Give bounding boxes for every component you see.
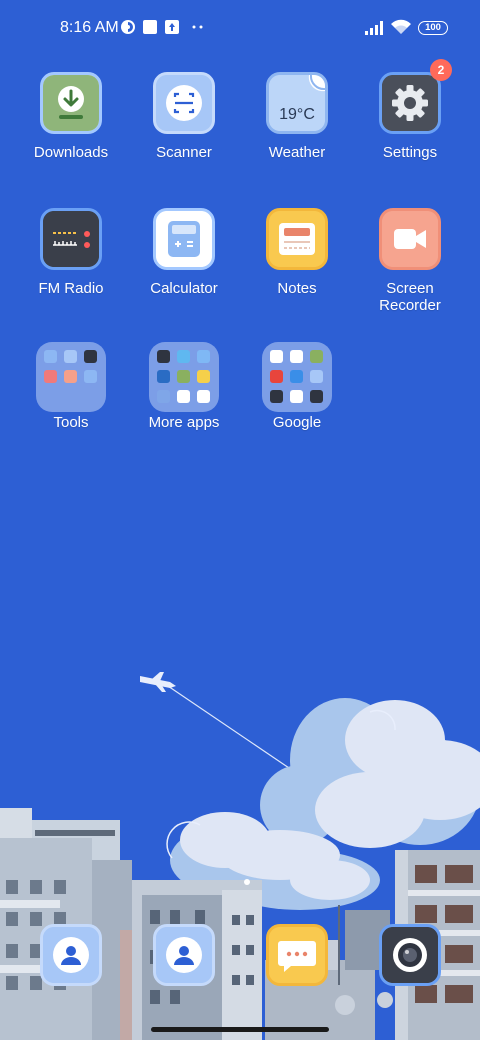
camera-lens-icon xyxy=(382,927,438,983)
mini-app-icon xyxy=(270,390,283,403)
app-label: Scanner xyxy=(156,144,212,161)
status-time: 8:16 AM xyxy=(60,19,119,36)
mini-app-icon xyxy=(310,370,323,383)
mini-app-icon xyxy=(177,350,190,363)
app-label: Notes xyxy=(277,280,317,297)
calculator-icon xyxy=(153,208,215,270)
mini-app-icon xyxy=(290,350,303,363)
mini-app-icon xyxy=(197,390,210,403)
mini-app-icon xyxy=(157,370,170,383)
chat-bubble-icon xyxy=(269,927,325,983)
square-notification-icon xyxy=(143,20,157,34)
gear-icon xyxy=(379,72,441,134)
notification-badge: 2 xyxy=(430,59,452,81)
app-label: Weather xyxy=(268,144,326,161)
status-bar: 8:16 AM 100 xyxy=(0,0,480,56)
mini-app-icon xyxy=(64,370,77,383)
folder-icon xyxy=(149,342,219,412)
notes-icon xyxy=(266,208,328,270)
dock-camera[interactable] xyxy=(379,924,441,986)
mini-app-icon xyxy=(270,370,283,383)
mini-app-icon xyxy=(270,350,283,363)
weather-temperature: 19°C xyxy=(279,106,315,123)
page-indicator-dot[interactable] xyxy=(244,879,250,885)
mini-app-icon xyxy=(177,390,190,403)
mini-app-icon xyxy=(290,370,303,383)
person-icon xyxy=(156,927,212,983)
signal-icon xyxy=(365,21,383,35)
weather-icon: 19°C xyxy=(266,72,328,134)
app-label: FM Radio xyxy=(38,280,104,297)
radio-icon xyxy=(40,208,102,270)
mini-app-icon xyxy=(197,370,210,383)
scanner-icon xyxy=(153,72,215,134)
folder-icon xyxy=(36,342,106,412)
download-icon xyxy=(40,72,102,134)
dock-contacts[interactable] xyxy=(40,924,102,986)
mini-app-icon xyxy=(310,350,323,363)
person-icon xyxy=(43,927,99,983)
gesture-home-bar[interactable] xyxy=(151,1027,329,1032)
mini-app-icon xyxy=(44,350,57,363)
dock-messages[interactable] xyxy=(266,924,328,986)
app-label: Downloads xyxy=(33,144,109,161)
vpn-shield-icon xyxy=(121,20,135,34)
battery-indicator: 100 xyxy=(418,21,448,35)
more-notifications-icon xyxy=(192,25,203,29)
mini-app-icon xyxy=(84,370,97,383)
folder-icon xyxy=(262,342,332,412)
mini-app-icon xyxy=(177,370,190,383)
app-label: Tools xyxy=(53,414,89,431)
app-label: Calculator xyxy=(150,280,218,297)
mini-app-icon xyxy=(84,350,97,363)
mini-app-icon xyxy=(310,390,323,403)
video-camera-icon xyxy=(379,208,441,270)
upload-icon xyxy=(165,20,179,34)
mini-app-icon xyxy=(157,390,170,403)
app-label: Screen Recorder xyxy=(379,280,441,314)
app-label: Google xyxy=(272,414,322,431)
mini-app-icon xyxy=(157,350,170,363)
app-label: Settings xyxy=(382,144,438,161)
mini-app-icon xyxy=(64,350,77,363)
dock-phone[interactable] xyxy=(153,924,215,986)
mini-app-icon xyxy=(197,350,210,363)
mini-app-icon xyxy=(44,370,57,383)
wifi-icon xyxy=(391,19,411,34)
mini-app-icon xyxy=(290,390,303,403)
app-label: More apps xyxy=(148,414,220,431)
